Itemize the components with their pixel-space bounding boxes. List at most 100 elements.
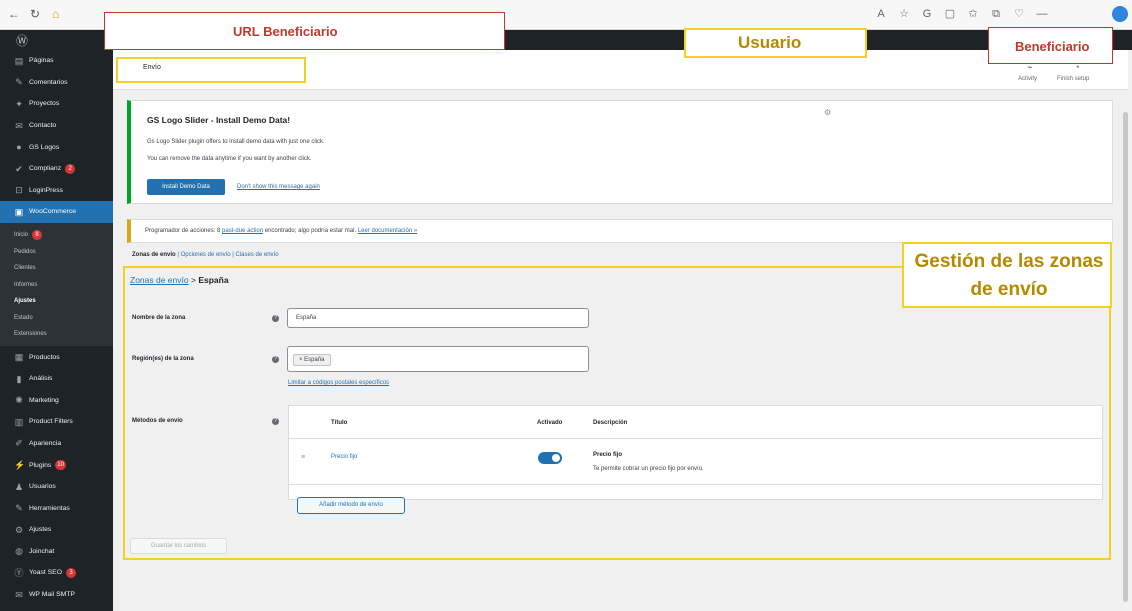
sidebar-item-marketing[interactable]: ✺ Marketing bbox=[0, 389, 113, 411]
gs-logos-icon: ● bbox=[16, 142, 22, 153]
subnav-others[interactable]: | Opciones de envío | Clases de envío bbox=[177, 252, 278, 258]
submenu-item-label: Inicio bbox=[14, 232, 29, 238]
action-scheduler-notice: Programador de acciones: 8 past-due acti… bbox=[127, 219, 1113, 243]
reload-icon[interactable]: ↻ bbox=[30, 6, 40, 22]
extension-g-icon[interactable]: G bbox=[918, 5, 936, 23]
comments-icon: ✎ bbox=[15, 77, 23, 88]
users-icon: ♟ bbox=[14, 481, 24, 492]
finish-setup-link[interactable]: Finish setup bbox=[1057, 76, 1089, 82]
sidebar-item-label: Yoast SEO bbox=[29, 569, 62, 577]
sidebar-item-complianz[interactable]: ✔ Complianz 2 bbox=[0, 158, 113, 180]
sidebar-item-label: Product Filters bbox=[29, 418, 73, 426]
submenu-item-clientes[interactable]: Clientes bbox=[0, 260, 113, 277]
favorite-icon[interactable]: ☆ bbox=[895, 5, 913, 23]
sidebar-item-label: Marketing bbox=[29, 396, 59, 404]
woocommerce-submenu: Inicio 8 Pedidos Clientes Informes Ajustes Est… bbox=[0, 222, 113, 347]
scrollbar[interactable] bbox=[1123, 112, 1128, 602]
complianz-icon: ✔ bbox=[15, 163, 23, 174]
sidebar-item-woocommerce[interactable]: ▣ WooCommerce bbox=[0, 201, 113, 223]
submenu-item-pedidos[interactable]: Pedidos bbox=[0, 243, 113, 260]
past-due-link[interactable]: past-due action bbox=[222, 228, 263, 234]
admin-sidebar: ▤ Páginas ✎ Comentarios ✦ Proyectos ✉ Contacto ●… bbox=[0, 50, 113, 611]
sidebar-item-productos[interactable]: ▦ Productos bbox=[0, 346, 113, 368]
annotation-beneficiario-label: Beneficiario bbox=[1015, 39, 1090, 54]
sidebar-item-paginas[interactable]: ▤ Páginas bbox=[0, 50, 113, 72]
submenu-item-label: Clientes bbox=[14, 265, 36, 271]
sidebar-item-proyectos[interactable]: ✦ Proyectos bbox=[0, 93, 113, 115]
notice-prefix: Programador de acciones: 8 bbox=[145, 228, 221, 234]
sidebar-item-label: Proyectos bbox=[29, 100, 60, 108]
sidebar-item-joinchat[interactable]: ◍ Joinchat bbox=[0, 541, 113, 563]
subnav-current[interactable]: Zonas de envío bbox=[132, 252, 176, 258]
sidebar-item-analisis[interactable]: ▮ Análisis bbox=[0, 368, 113, 390]
collections-icon[interactable]: ⧉ bbox=[987, 5, 1005, 23]
submenu-item-label: Informes bbox=[14, 281, 38, 288]
demo-data-notice: GS Logo Slider - Install Demo Data! Gs L… bbox=[127, 100, 1113, 204]
sidebar-item-ajustes[interactable]: ⚙ Ajustes bbox=[0, 519, 113, 541]
shipping-subnav: Zonas de envío | Opciones de envío | Cla… bbox=[132, 252, 279, 258]
submenu-item-inicio[interactable]: Inicio 8 bbox=[0, 227, 113, 244]
activity-link[interactable]: Activity bbox=[1018, 76, 1037, 82]
sidebar-item-label: Productos bbox=[29, 353, 60, 361]
submenu-item-label: Estado bbox=[14, 314, 33, 321]
contact-icon: ✉ bbox=[15, 120, 23, 131]
sidebar-item-label: GS Logos bbox=[29, 143, 60, 151]
sidebar-item-label: Páginas bbox=[29, 57, 54, 65]
favorites-bar-icon[interactable]: ✩ bbox=[964, 5, 982, 23]
install-demo-data-button[interactable]: Install Demo Data bbox=[147, 179, 225, 195]
mail-icon: ✉ bbox=[15, 589, 23, 600]
annotation-zone-box bbox=[123, 266, 1111, 560]
sidebar-item-label: Plugins bbox=[29, 461, 52, 469]
sidebar-item-usuarios[interactable]: ♟ Usuarios bbox=[0, 476, 113, 498]
loginpress-icon: ⊡ bbox=[15, 185, 23, 196]
read-docs-link[interactable]: Leer documentación » bbox=[358, 228, 417, 234]
sidebar-item-yoast-seo[interactable]: Ⓨ Yoast SEO 3 bbox=[0, 562, 113, 584]
analytics-icon: ▮ bbox=[16, 373, 22, 384]
sidebar-item-product-filters[interactable]: ▥ Product Filters bbox=[0, 411, 113, 433]
filter-icon: ▥ bbox=[14, 416, 24, 427]
sidebar-item-loginpress[interactable]: ⊡ LoginPress bbox=[0, 180, 113, 202]
more-menu-icon[interactable]: — bbox=[1033, 5, 1051, 23]
sidebar-item-label: Usuarios bbox=[29, 483, 56, 491]
notice-text: Gs Logo Slider plugin offers to install … bbox=[147, 139, 325, 145]
annotation-url-label: URL Beneficiario bbox=[233, 24, 338, 39]
wordpress-icon[interactable]: Ⓦ bbox=[16, 32, 28, 49]
sidebar-item-label: WooCommerce bbox=[29, 208, 77, 216]
back-icon[interactable]: ← bbox=[8, 6, 20, 22]
sidebar-item-wp-mail-smtp[interactable]: ✉ WP Mail SMTP bbox=[0, 584, 113, 606]
sidebar-item-comentarios[interactable]: ✎ Comentarios bbox=[0, 72, 113, 94]
sidebar-item-herramientas[interactable]: ✎ Herramientas bbox=[0, 497, 113, 519]
appearance-icon: ✐ bbox=[15, 438, 23, 449]
count-badge: 2 bbox=[65, 163, 76, 174]
submenu-item-extensiones[interactable]: Extensiones bbox=[0, 326, 113, 343]
sidebar-item-gs-logos[interactable]: ● GS Logos bbox=[0, 136, 113, 158]
notice-text: You can remove the data anytime if you w… bbox=[147, 156, 312, 162]
submenu-item-estado[interactable]: Estado bbox=[0, 309, 113, 326]
read-aloud-icon[interactable]: A bbox=[872, 5, 890, 23]
sidebar-item-plugins[interactable]: ⚡ Plugins 10 bbox=[0, 454, 113, 476]
sidebar-item-label: Herramientas bbox=[29, 504, 70, 512]
home-icon[interactable]: ⌂ bbox=[52, 6, 59, 22]
split-screen-icon[interactable]: ▢ bbox=[941, 5, 959, 23]
submenu-item-informes[interactable]: Informes bbox=[0, 276, 113, 293]
submenu-item-label: Pedidos bbox=[14, 248, 36, 255]
sidebar-item-contacto[interactable]: ✉ Contacto bbox=[0, 115, 113, 137]
sidebar-item-label: Contacto bbox=[29, 122, 57, 130]
submenu-item-label: Extensiones bbox=[14, 331, 47, 337]
count-badge: 3 bbox=[66, 567, 76, 578]
dismiss-notice-link[interactable]: Don't show this message again bbox=[237, 184, 320, 190]
annotation-envio-box bbox=[116, 57, 306, 83]
woocommerce-icon: ▣ bbox=[14, 206, 24, 217]
count-badge: 10 bbox=[55, 460, 66, 471]
count-badge: 8 bbox=[32, 230, 43, 240]
profile-avatar[interactable] bbox=[1112, 6, 1128, 22]
notice-middle: encontrado; algo podría estar mal. bbox=[264, 228, 357, 234]
submenu-item-ajustes[interactable]: Ajustes bbox=[0, 293, 113, 310]
joinchat-icon: ◍ bbox=[15, 546, 23, 557]
dismiss-icon[interactable]: ⚙ bbox=[824, 108, 831, 117]
sidebar-item-apariencia[interactable]: ✐ Apariencia bbox=[0, 433, 113, 455]
sidebar-item-label: Comentarios bbox=[29, 78, 68, 86]
projects-icon: ✦ bbox=[15, 98, 23, 109]
browser-essentials-icon[interactable]: ♡ bbox=[1010, 5, 1028, 23]
sidebar-item-label: Complianz bbox=[29, 165, 62, 173]
